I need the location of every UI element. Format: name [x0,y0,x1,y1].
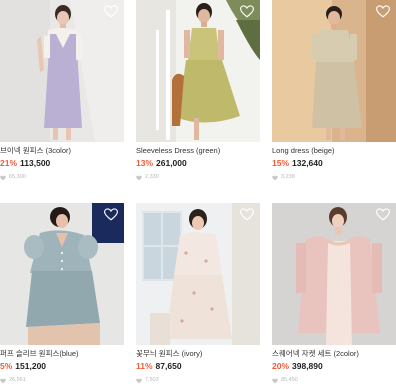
product-price: 113,500 [20,158,51,168]
price-row: 21% 113,500 [0,158,124,169]
heart-icon [0,175,6,180]
wishlist-heart-icon[interactable] [376,5,390,18]
product-image[interactable] [272,203,396,345]
discount-rate: 11% [136,361,153,371]
like-count-value: 85,450 [281,377,298,383]
price-row: 11% 87,650 [136,361,260,372]
product-grid: 브이넥 원피스 (3color) 21% 113,500 65,300 Slee… [0,0,396,386]
product-photo-jacket-set [272,203,396,345]
discount-rate: 15% [272,158,290,168]
product-photo-long-dress [272,0,396,142]
product-title[interactable]: 스퀘어넥 자켓 세트 (2color) [272,349,396,359]
product-price: 132,640 [292,158,323,168]
like-count: 26,561 [0,377,124,384]
like-count: 65,300 [0,174,124,181]
product-card[interactable]: 브이넥 원피스 (3color) 21% 113,500 65,300 [0,0,124,181]
heart-icon [136,378,142,383]
wishlist-heart-icon[interactable] [240,208,254,221]
product-card[interactable]: 퍼프 슬리브 원피스(blue) 5% 151,200 26,561 [0,203,124,384]
price-row: 13% 261,000 [136,158,260,169]
product-price: 398,890 [292,361,323,371]
product-card[interactable]: Long dress (beige) 15% 132,640 3,238 [272,0,396,181]
wishlist-heart-icon[interactable] [104,208,118,221]
product-image[interactable] [136,0,260,142]
discount-rate: 13% [136,158,154,168]
heart-icon [272,378,278,383]
price-row: 5% 151,200 [0,361,124,372]
product-image[interactable] [0,0,124,142]
like-count-value: 26,561 [9,377,26,383]
product-photo-puff-sleeve-dress [0,203,124,345]
wishlist-heart-icon[interactable] [104,5,118,18]
heart-icon [272,175,278,180]
product-image[interactable] [136,203,260,345]
like-count-value: 7,503 [145,377,159,383]
price-row: 15% 132,640 [272,158,396,169]
discount-rate: 20% [272,361,290,371]
product-price: 151,200 [15,361,47,371]
discount-rate: 5% [0,361,13,371]
product-price: 261,000 [156,158,187,168]
heart-icon [0,378,6,383]
price-row: 20% 398,890 [272,361,396,372]
product-title[interactable]: Long dress (beige) [272,146,396,156]
like-count-value: 65,300 [9,174,26,180]
product-title[interactable]: 브이넥 원피스 (3color) [0,146,124,156]
product-title[interactable]: 꽃무늬 원피스 (ivory) [136,349,260,359]
product-card[interactable]: Sleeveless Dress (green) 13% 261,000 2,33… [136,0,260,181]
like-count: 3,238 [272,174,396,181]
wishlist-heart-icon[interactable] [240,5,254,18]
discount-rate: 21% [0,158,18,168]
product-photo-vneck-dress [0,0,124,142]
product-title[interactable]: 퍼프 슬리브 원피스(blue) [0,349,124,359]
product-image[interactable] [272,0,396,142]
product-price: 87,650 [155,361,182,371]
like-count-value: 3,238 [281,174,295,180]
like-count: 85,450 [272,377,396,384]
product-image[interactable] [0,203,124,345]
product-photo-floral-dress [136,203,260,345]
wishlist-heart-icon[interactable] [376,208,390,221]
like-count-value: 2,330 [145,174,159,180]
product-title[interactable]: Sleeveless Dress (green) [136,146,260,156]
heart-icon [136,175,142,180]
product-card[interactable]: 꽃무늬 원피스 (ivory) 11% 87,650 7,503 [136,203,260,384]
like-count: 7,503 [136,377,260,384]
product-photo-sleeveless-dress [136,0,260,142]
product-card[interactable]: 스퀘어넥 자켓 세트 (2color) 20% 398,890 85,450 [272,203,396,384]
like-count: 2,330 [136,174,260,181]
